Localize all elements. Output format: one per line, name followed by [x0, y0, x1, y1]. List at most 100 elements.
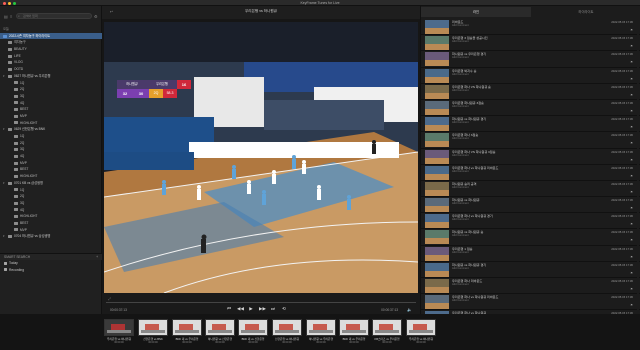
clip-comment[interactable]: Add Comment: [452, 234, 640, 238]
sidebar-item[interactable]: MVP: [0, 113, 102, 120]
chevron-down-icon[interactable]: ▾: [3, 233, 6, 240]
clip-comment[interactable]: Add Comment: [452, 218, 640, 222]
sidebar-item[interactable]: 여자농구: [0, 39, 102, 46]
sidebar-item[interactable]: OOTD: [0, 66, 102, 73]
sidebar-item[interactable]: 2Q: [0, 140, 102, 147]
clip-comment[interactable]: Add Comment: [452, 137, 640, 141]
flag-icon[interactable]: ⚑: [630, 158, 633, 162]
clip-row[interactable]: 우리은행 3 점슛을 성공시킨 Add Comment 2022.05.15 17:…: [421, 35, 640, 52]
sidebar-item[interactable]: 2Q: [0, 193, 102, 200]
clip-row[interactable]: 하나원큐 vs 하나원큐 경기 Add Comment 2022.05.15 17:…: [421, 116, 640, 133]
step-forward-icon[interactable]: ▶▶: [259, 306, 266, 312]
smart-search-item-recording[interactable]: Recording: [0, 267, 102, 274]
chevron-down-icon[interactable]: ▾: [3, 73, 6, 80]
sidebar-item[interactable]: 1Q: [0, 133, 102, 140]
clip-row[interactable]: 우리은행 1 점슛 Add Comment 2022.05.15 17:36 ⚑: [421, 246, 640, 262]
flag-icon[interactable]: ⚑: [630, 190, 633, 194]
flag-icon[interactable]: ⚑: [630, 28, 633, 32]
clip-row[interactable]: 우리은행 하나 vs 하나원큐 경기 Add Comment 2022.05.15 …: [421, 213, 640, 230]
filter-icon[interactable]: ≡: [10, 14, 14, 19]
filmstrip-thumb[interactable]: 신한은행 vs BNK 00:00:00: [138, 319, 168, 350]
video-frame[interactable]: 하나원큐 우리은행 16 32 30 2Q 58.3: [104, 22, 418, 293]
filmstrip-thumb[interactable]: KB스타즈 vs 우리은행 00:00:00: [372, 319, 402, 350]
flag-icon[interactable]: ⚑: [630, 271, 633, 275]
sidebar-item[interactable]: LIFE: [0, 53, 102, 60]
clip-row[interactable]: 우리은행 하나 vs 하나원큐 리바운드 Add Comment 2022.05.1…: [421, 294, 640, 311]
filmstrip-thumb[interactable]: BNK 대 vs 우리은행 00:00:00: [172, 319, 202, 350]
flag-icon[interactable]: ⚑: [630, 60, 633, 64]
clip-row[interactable]: 하나원큐 vs 하나원큐 경기 Add Comment 2022.05.15 17:…: [421, 262, 640, 278]
flag-icon[interactable]: ⚑: [630, 44, 633, 48]
sidebar-item[interactable]: 4Q: [0, 100, 102, 107]
flag-icon[interactable]: ⚑: [630, 255, 633, 259]
sidebar-item[interactable]: ▾ 0701 KB vs 삼성생명: [0, 180, 102, 187]
clip-comment[interactable]: Add Comment: [452, 56, 640, 60]
sidebar-item[interactable]: 1Q: [0, 187, 102, 194]
clip-comment[interactable]: Add Comment: [452, 40, 640, 44]
flag-icon[interactable]: ⚑: [630, 77, 633, 81]
flag-icon[interactable]: ⚑: [630, 93, 633, 97]
flag-icon[interactable]: ⚑: [630, 109, 633, 113]
clip-comment[interactable]: Add Comment: [452, 251, 640, 255]
sidebar-item[interactable]: 3Q: [0, 200, 102, 207]
filmstrip-thumb[interactable]: 우리은행 vs 하나원큐 00:00:00: [104, 319, 134, 350]
clip-row[interactable]: 하나원큐 승리 공격 Add Comment 2022.05.15 17:36 ⚑: [421, 181, 640, 198]
search-input[interactable]: ⌕ 검색어 입력: [16, 13, 92, 19]
flag-icon[interactable]: ⚑: [630, 125, 633, 129]
flag-icon[interactable]: ⚑: [630, 287, 633, 291]
flag-icon[interactable]: ⚑: [630, 303, 633, 307]
clip-row[interactable]: 우리은행 하나 3점슛 Add Comment 2022.05.15 17:36 ⚑: [421, 132, 640, 149]
clip-row[interactable]: 하나원큐 vs 하나원큐 슛 Add Comment 2022.05.15 17:3…: [421, 229, 640, 246]
clip-row[interactable]: 우리은행 하나 VS 하나원큐 3점슛 Add Comment 2022.05.15…: [421, 149, 640, 165]
sidebar-item[interactable]: ▾ 0704 하나원큐 vs 삼성생명: [0, 233, 102, 240]
flag-icon[interactable]: ⚑: [630, 174, 633, 178]
clip-row[interactable]: 우리은행 하나 VS 하나원큐 슛 Add Comment 2022.05.15 1…: [421, 84, 640, 100]
filmstrip-thumb[interactable]: 우리은행 vs 하나원큐 00:00:00: [406, 319, 436, 350]
progress-bar[interactable]: [106, 302, 416, 303]
skip-back-icon[interactable]: ⏮: [226, 306, 232, 312]
clip-row[interactable]: 하나원큐 vs 우리은행 경기 Add Comment 2022.05.15 17:…: [421, 51, 640, 68]
flag-icon[interactable]: ⚑: [630, 238, 633, 242]
play-icon[interactable]: ▶: [248, 306, 254, 312]
flag-icon[interactable]: ⚑: [630, 222, 633, 226]
add-smart-search-icon[interactable]: +: [96, 254, 98, 260]
clip-row[interactable]: 우리은행 하나 리바운드 Add Comment 2022.05.15 17:36 ⚑: [421, 278, 640, 295]
clip-row[interactable]: 우리은행 하나 vs 하나원큐 리바운드 Add Comment 2022.05.1…: [421, 165, 640, 181]
clip-comment[interactable]: Add Comment: [452, 202, 640, 206]
clip-comment[interactable]: Add Comment: [452, 121, 640, 125]
clip-row[interactable]: 우리은행 박지수 슛 Add Comment 2022.05.15 17:36 ⚑: [421, 68, 640, 84]
clip-row[interactable]: 우리은행 하나원큐 3점슛 Add Comment 2022.05.15 17:36…: [421, 100, 640, 117]
smart-search-header[interactable]: SMART SEARCH +: [0, 253, 102, 260]
filmstrip-thumb[interactable]: 신한은행 vs 하나원큐 00:00:00: [272, 319, 302, 350]
sidebar-toggle-icon[interactable]: ▤: [4, 14, 8, 19]
sidebar-item[interactable]: HIGHLIGHT: [0, 120, 102, 127]
settings-icon[interactable]: ⚙: [94, 14, 98, 19]
sidebar-item[interactable]: 4Q: [0, 207, 102, 214]
filmstrip-thumb[interactable]: 하나원큐 vs 신한은행 00:00:00: [205, 319, 235, 350]
sidebar-item[interactable]: 4Q: [0, 153, 102, 160]
sidebar-item[interactable]: MVP: [0, 160, 102, 167]
sidebar-item[interactable]: 1Q: [0, 80, 102, 87]
filmstrip-thumb[interactable]: 하나원큐 vs 우리은행 00:00:00: [306, 319, 336, 350]
sidebar-item[interactable]: HIGHLIGHT: [0, 173, 102, 180]
clip-comment[interactable]: Add Comment: [452, 299, 640, 303]
sidebar-item[interactable]: MVP: [0, 227, 102, 234]
clip-comment[interactable]: Add Comment: [452, 154, 640, 158]
sidebar-item[interactable]: HIGHLIGHT: [0, 213, 102, 220]
sidebar-item[interactable]: 3Q: [0, 146, 102, 153]
clip-row[interactable]: 하나원큐 vs 하나원큐 Add Comment 2022.05.15 17:36 ⚑: [421, 197, 640, 214]
sidebar-item[interactable]: 3Q: [0, 93, 102, 100]
clip-comment[interactable]: Add Comment: [452, 186, 640, 190]
clip-comment[interactable]: Add Comment: [452, 170, 640, 174]
clip-comment[interactable]: Add Comment: [452, 89, 640, 93]
clip-comment[interactable]: Add Comment: [452, 283, 640, 287]
filmstrip-thumb[interactable]: BNK 대 vs 신한은행 00:00:00: [238, 319, 268, 350]
filmstrip-thumb[interactable]: BNK 대 vs 우리은행 00:00:00: [339, 319, 369, 350]
sidebar-item[interactable]: ▾ 0627 하나원큐 vs 우리은행: [0, 73, 102, 80]
clip-comment[interactable]: Add Comment: [452, 73, 640, 77]
sidebar-item[interactable]: VLOG: [0, 59, 102, 66]
volume-icon[interactable]: 🔈: [407, 307, 412, 312]
chevron-down-icon[interactable]: ▾: [3, 180, 6, 187]
tab-live[interactable]: 라인: [421, 7, 531, 17]
flag-icon[interactable]: ⚑: [630, 141, 633, 145]
